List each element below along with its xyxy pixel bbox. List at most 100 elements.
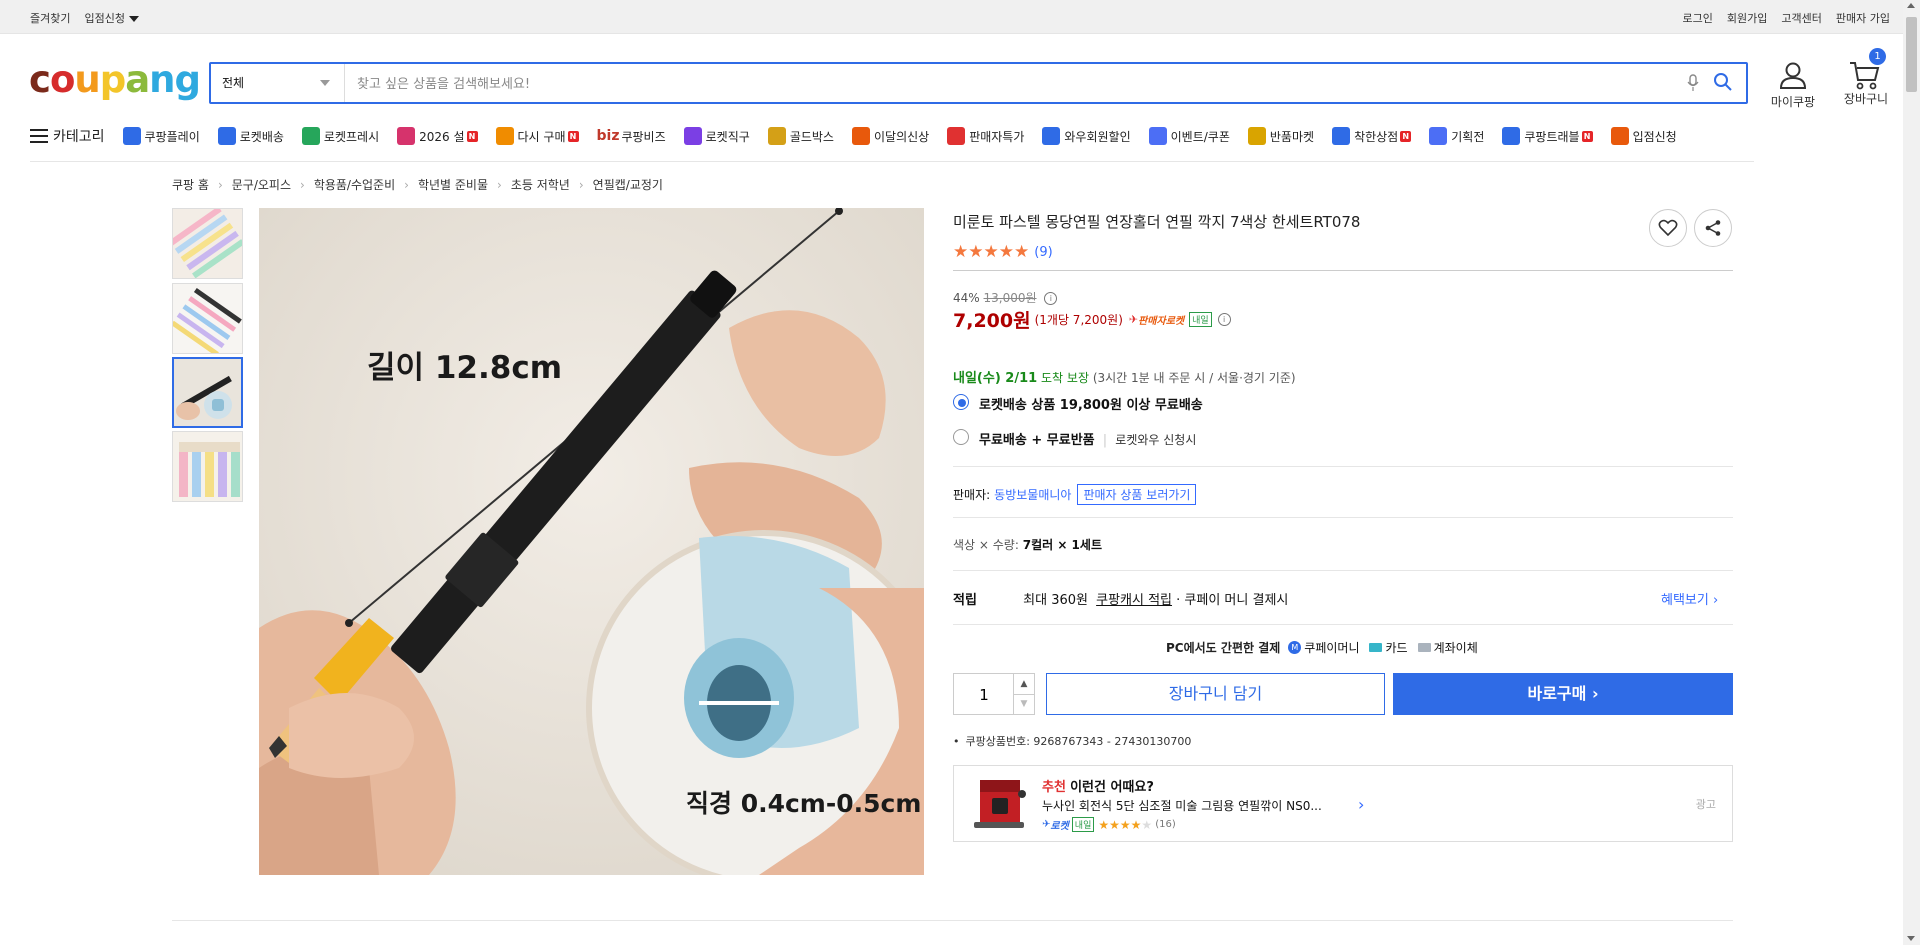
nav-item-6[interactable]: 로켓직구 — [683, 127, 750, 145]
breadcrumb-item[interactable]: 초등 저학년 — [511, 176, 570, 193]
share-button[interactable] — [1694, 209, 1732, 247]
nav-item-3[interactable]: 2026 설N — [397, 127, 478, 145]
nav-item-8[interactable]: 이달의신상 — [851, 127, 929, 145]
microphone-icon[interactable] — [1687, 74, 1699, 96]
caret-down-icon — [128, 16, 139, 22]
breadcrumb-item[interactable]: 학년별 준비물 — [418, 176, 488, 193]
nav-item-12[interactable]: 반품마켓 — [1247, 127, 1314, 145]
wishlist-button[interactable] — [1649, 209, 1687, 247]
info-icon[interactable]: i — [1217, 313, 1231, 326]
scrollbar-thumb[interactable] — [1906, 17, 1917, 92]
seller-products-link[interactable]: 판매자 상품 보러가기 — [1077, 484, 1197, 505]
star-icon: ★ — [1014, 242, 1030, 262]
search-icon[interactable] — [1713, 72, 1733, 96]
breadcrumb-item[interactable]: 학용품/수업준비 — [314, 176, 395, 193]
breadcrumb-item[interactable]: 연필캡/교정기 — [593, 176, 663, 193]
logo-letter: a — [125, 58, 150, 101]
nav-item-icon — [122, 127, 141, 145]
nav-item-9[interactable]: 판매자특가 — [947, 127, 1024, 145]
pay-methods-row: PC에서도 간편한 결제 M 쿠페이머니 카드 계좌이체 — [1166, 639, 1478, 656]
seller-name-link[interactable]: 동방보물매니아 — [994, 486, 1071, 503]
scroll-down-arrow[interactable] — [1907, 936, 1915, 941]
nav-item-7[interactable]: 골드박스 — [767, 127, 834, 145]
category-nav: 카테고리 쿠팡플레이 로켓배송 로켓프레시 2026 설 N 다시 구매 Nbiz 쿠팡비즈 로… — [30, 124, 1695, 148]
bookmark-link[interactable]: 즐겨찾기 — [30, 10, 70, 26]
nav-item-icon — [1148, 127, 1167, 145]
benefits-link[interactable]: 혜택보기 › — [1661, 589, 1718, 608]
nav-item-5[interactable]: biz 쿠팡비즈 — [597, 128, 666, 145]
length-label: 길이 12.8cm — [367, 350, 562, 386]
nav-item-icon — [495, 127, 514, 145]
signup-link[interactable]: 회원가입 — [1727, 10, 1767, 26]
pc-pay-text: PC에서도 간편한 결제 — [1166, 641, 1281, 655]
logo-letter: u — [74, 58, 100, 101]
page-scrollbar[interactable] — [1903, 0, 1920, 945]
section-divider — [953, 466, 1733, 467]
nav-item-15[interactable]: 쿠팡트래블 N — [1502, 127, 1593, 145]
nav-item-14[interactable]: 기획전 — [1429, 127, 1484, 145]
chevron-right-icon[interactable]: › — [1358, 795, 1364, 814]
thumbnail-3[interactable] — [172, 357, 243, 428]
scroll-up-arrow[interactable] — [1907, 3, 1915, 8]
chevron-right-icon: › — [1712, 593, 1719, 608]
rocket-icon: ✈ — [1042, 819, 1051, 830]
shipping-option-2[interactable]: 무료배송 + 무료반품 | 로켓와우 신청시 — [979, 429, 1196, 448]
coupang-logo[interactable]: coupang — [29, 58, 201, 101]
vendor-apply-menu[interactable]: 입점신청 — [84, 10, 139, 26]
shipping-option-2-label: 무료배송 + 무료반품 — [979, 433, 1095, 448]
thumbnail-2[interactable] — [172, 283, 243, 354]
quantity-decrease-button[interactable]: ▼ — [1013, 694, 1034, 714]
vendor-apply-label: 입점신청 — [84, 12, 125, 25]
review-count[interactable]: (9) — [1034, 245, 1052, 260]
search-input[interactable] — [355, 70, 1649, 98]
cart-button[interactable]: 1 장바구니 — [1836, 48, 1896, 107]
search-category-select[interactable]: 전체 — [211, 64, 345, 102]
nav-item-label: 쿠팡트래블 — [1524, 129, 1580, 144]
customer-center-link[interactable]: 고객센터 — [1781, 10, 1821, 26]
separator: | — [1102, 433, 1108, 448]
nav-item-0[interactable]: 쿠팡플레이 — [122, 127, 200, 145]
benefits-label: 혜택보기 — [1661, 593, 1709, 608]
mypage-button[interactable]: 마이쿠팡 — [1764, 60, 1822, 110]
add-to-cart-button[interactable]: 장바구니 담기 — [1046, 673, 1385, 715]
breadcrumb-item[interactable]: 쿠팡 홈 — [172, 176, 209, 193]
shipping-option-2-extra: 로켓와우 신청시 — [1115, 433, 1197, 447]
login-link[interactable]: 로그인 — [1683, 10, 1713, 26]
info-icon[interactable]: i — [1044, 292, 1058, 305]
nav-item-1[interactable]: 로켓배송 — [217, 127, 284, 145]
shipping-option-1-radio[interactable] — [953, 394, 969, 410]
nav-item-10[interactable]: 와우회원할인 — [1042, 127, 1131, 145]
nav-item-label: 기획전 — [1451, 129, 1485, 144]
nav-item-label: 2026 설 — [419, 129, 465, 144]
delivery-note: (3시간 1분 내 주문 시 / 서울·경기 기준) — [1092, 371, 1296, 385]
quantity-input[interactable] — [962, 684, 1006, 706]
nav-item-icon — [683, 127, 702, 145]
nav-item-16[interactable]: 입점신청 — [1610, 127, 1677, 145]
nav-item-2[interactable]: 로켓프레시 — [301, 127, 379, 145]
nav-item-13[interactable]: 착한상점 N — [1332, 127, 1412, 145]
shipping-option-2-radio[interactable] — [953, 429, 969, 445]
nav-item-11[interactable]: 이벤트/쿠폰 — [1148, 127, 1230, 145]
recommend-product-name[interactable]: 누사인 회전식 5단 심조절 미술 그림용 연필깎이 NS0... — [1042, 797, 1322, 814]
discount-rate: 44% — [953, 291, 980, 305]
product-main-image[interactable]: 길이 12.8cm 직경 0.4cm-0.5cm — [259, 208, 924, 875]
rating-stars[interactable]: ★★★★★ (9) — [953, 242, 1053, 262]
category-menu-button[interactable]: 카테고리 — [30, 126, 105, 146]
quantity-increase-button[interactable]: ▲ — [1013, 674, 1034, 695]
seller-label: 판매자: — [953, 488, 991, 502]
bank-icon — [1417, 643, 1431, 652]
breadcrumb-item[interactable]: 문구/오피스 — [232, 176, 291, 193]
nav-item-label: 로켓직구 — [705, 129, 750, 144]
shipping-option-1-label[interactable]: 로켓배송 상품 19,800원 이상 무료배송 — [979, 394, 1203, 413]
buy-now-button[interactable]: 바로구매 › — [1393, 673, 1733, 715]
nav-item-4[interactable]: 다시 구매 N — [495, 127, 579, 145]
seller-signup-link[interactable]: 판매자 가입 — [1836, 10, 1890, 26]
thumbnail-4[interactable] — [172, 431, 243, 502]
recommend-heading: 추천 이런건 어때요? — [1042, 776, 1154, 795]
recommendation-card[interactable]: 추천 이런건 어때요? 누사인 회전식 5단 심조절 미술 그림용 연필깎이 N… — [953, 765, 1733, 842]
rocket-icon: ✈ — [1128, 313, 1139, 326]
hamburger-icon — [30, 129, 48, 143]
new-badge: N — [1581, 130, 1593, 142]
breadcrumb: 쿠팡 홈 › 문구/오피스 › 학용품/수업준비 › 학년별 준비물 › 초등 저학년 › 연필캡/… — [172, 176, 663, 193]
thumbnail-1[interactable] — [172, 208, 243, 279]
